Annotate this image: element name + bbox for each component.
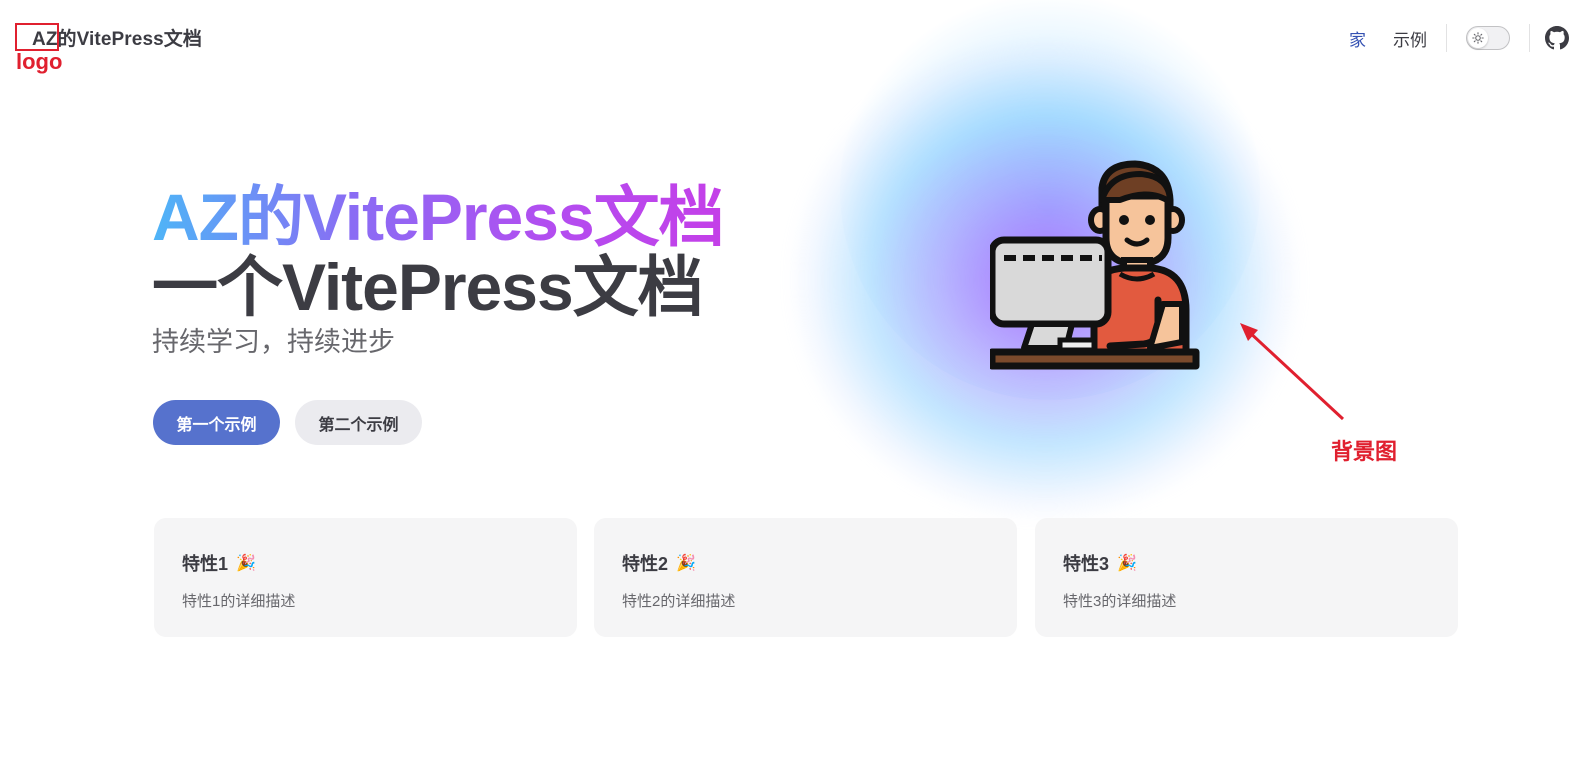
feature-details: 特性2的详细描述: [622, 593, 736, 610]
background-annotation-label: 背景图: [1331, 439, 1398, 464]
nav-link-examples[interactable]: 示例: [1393, 26, 1427, 51]
nav-link-home[interactable]: 家: [1349, 26, 1366, 51]
party-popper-icon: 🎉: [236, 555, 256, 572]
github-icon[interactable]: [1545, 26, 1569, 50]
top-navbar: AZ的VitePress文档 logo 家 示例: [0, 0, 1592, 76]
hero-text: 一个VitePress文档: [152, 250, 704, 324]
feature-title: 特性2: [622, 554, 669, 574]
theme-toggle-switch[interactable]: [1466, 26, 1510, 50]
logo-annotation-box: [15, 23, 59, 51]
feature-details: 特性1的详细描述: [182, 593, 296, 610]
feature-card: 特性2 🎉 特性2的详细描述: [594, 518, 1017, 637]
sun-icon: [1468, 28, 1488, 48]
feature-card: 特性3 🎉 特性3的详细描述: [1035, 518, 1458, 637]
nav-divider: [1446, 24, 1447, 52]
feature-title: 特性3: [1063, 554, 1110, 574]
hero-programmer-illustration: [990, 160, 1200, 370]
feature-details: 特性3的详细描述: [1063, 593, 1177, 610]
feature-card: 特性1 🎉 特性1的详细描述: [154, 518, 577, 637]
party-popper-icon: 🎉: [676, 555, 696, 572]
logo-annotation-label: logo: [16, 49, 63, 74]
background-annotation-arrow: [1240, 323, 1345, 421]
nav-divider: [1529, 24, 1530, 52]
feature-title: 特性1: [182, 554, 229, 574]
party-popper-icon: 🎉: [1117, 555, 1137, 572]
hero-action-first-example[interactable]: 第一个示例: [153, 400, 280, 445]
hero-action-second-example[interactable]: 第二个示例: [295, 400, 422, 445]
hero-tagline: 持续学习，持续进步: [152, 327, 395, 357]
